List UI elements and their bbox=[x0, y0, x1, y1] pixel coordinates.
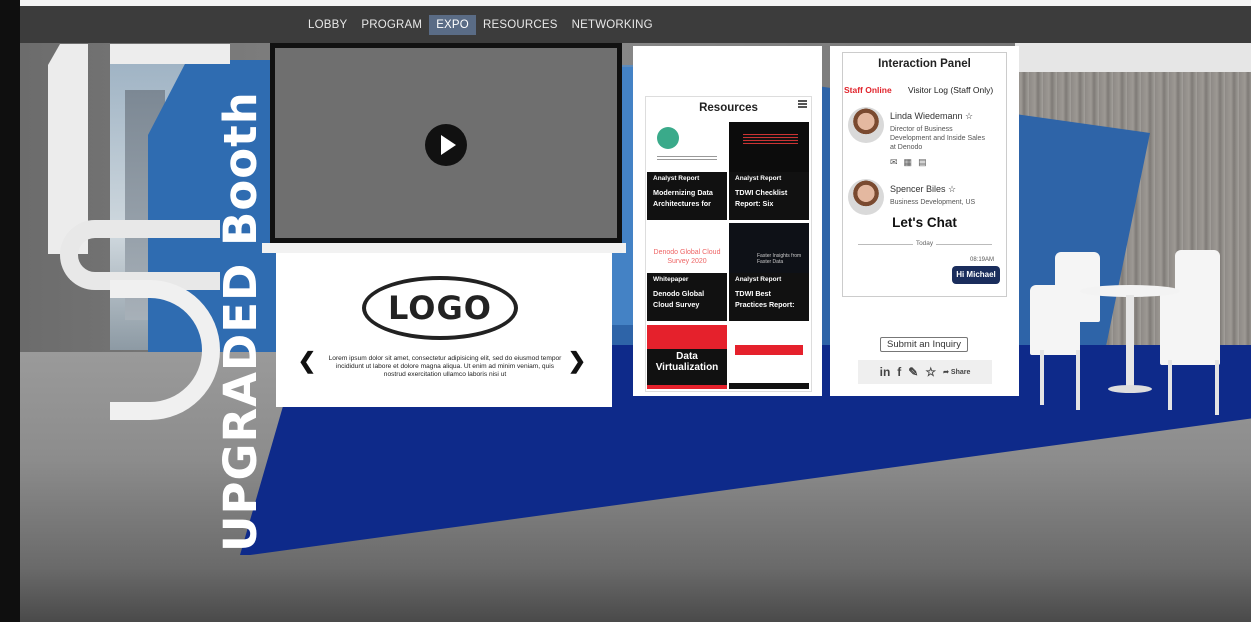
interaction-panel: Interaction Panel Staff Online Visitor L… bbox=[830, 46, 1019, 396]
contact-icons: ✉▦▤ bbox=[890, 157, 933, 168]
resource-thumbnail bbox=[735, 345, 803, 355]
avatar[interactable] bbox=[848, 107, 884, 143]
interaction-title: Interaction Panel bbox=[878, 58, 971, 70]
mail-icon[interactable]: ✉ bbox=[890, 157, 904, 167]
resources-list: Resources Analyst Report Modernizing Dat… bbox=[645, 96, 812, 392]
menu-icon[interactable] bbox=[798, 100, 807, 108]
share-button[interactable]: ➦ Share bbox=[943, 368, 970, 376]
calendar-icon[interactable]: ▦ bbox=[904, 157, 919, 167]
resource-label: Analyst Report Modernizing Data Architec… bbox=[647, 172, 727, 220]
chair-leg bbox=[1040, 350, 1044, 405]
staff-name[interactable]: Linda Wiedemann ☆ bbox=[890, 111, 973, 122]
resources-title: Resources bbox=[699, 102, 758, 114]
resource-name: TDWI Best Practices Report: bbox=[735, 289, 795, 309]
resource-thumbnail: Faster Insights from Faster Data bbox=[729, 223, 809, 273]
chair-leg bbox=[1215, 360, 1219, 415]
resource-card[interactable]: Faster Insights from Faster Data Analyst… bbox=[729, 223, 809, 321]
nav-program[interactable]: PROGRAM bbox=[354, 15, 429, 35]
resource-thumbnail bbox=[729, 122, 809, 172]
chat-message: Hi Michael bbox=[952, 266, 1000, 284]
resource-type: Analyst Report bbox=[735, 175, 782, 182]
chevron-left-icon[interactable]: ❮ bbox=[296, 350, 318, 372]
vcard-icon[interactable]: ▤ bbox=[918, 157, 933, 167]
nav-resources[interactable]: RESOURCES bbox=[476, 15, 565, 35]
logo-panel: LOGO ❮ Lorem ipsum dolor sit amet, conse… bbox=[276, 253, 612, 407]
resource-name: Denodo Global Cloud Survey bbox=[653, 289, 705, 309]
twitter-icon[interactable]: ✎ bbox=[908, 365, 918, 379]
submit-inquiry-button[interactable]: Submit an Inquiry bbox=[880, 337, 968, 352]
table-leg bbox=[1126, 295, 1134, 390]
resources-panel: Resources Analyst Report Modernizing Dat… bbox=[633, 46, 822, 396]
ceiling bbox=[1015, 43, 1251, 73]
linkedin-icon[interactable]: in bbox=[880, 365, 891, 379]
chair-leg bbox=[1168, 360, 1172, 410]
chevron-right-icon[interactable]: ❯ bbox=[566, 350, 588, 372]
play-icon[interactable] bbox=[425, 124, 467, 166]
tab-visitor-log[interactable]: Visitor Log (Staff Only) bbox=[908, 85, 993, 95]
thumbnail-text: Faster Insights from Faster Data bbox=[757, 253, 802, 265]
resource-thumbnail: Denodo Global Cloud Survey 2020 bbox=[647, 223, 727, 273]
video-shelf bbox=[262, 243, 626, 253]
staff-title: Business Development, US bbox=[890, 199, 976, 206]
staff-name[interactable]: Spencer Biles ☆ bbox=[890, 184, 956, 195]
resource-name: TDWI Checklist Report: Six bbox=[735, 188, 788, 208]
resource-label: Analyst Report TDWI Checklist Report: Si… bbox=[729, 172, 809, 220]
table-base bbox=[1108, 385, 1152, 393]
social-bar: in f ✎ ☆ ➦ Share bbox=[858, 360, 992, 384]
chair-leg bbox=[1076, 350, 1080, 410]
resource-label: Analyst Report TDWI Best Practices Repor… bbox=[729, 273, 809, 321]
staff-title: Director of Business Development and Ins… bbox=[890, 126, 985, 151]
chat-day-label: Today bbox=[830, 240, 1019, 247]
resource-type: Analyst Report bbox=[735, 276, 782, 283]
resource-type: Whitepaper bbox=[653, 276, 689, 283]
chair bbox=[1030, 285, 1080, 355]
chat-timestamp: 08:19AM bbox=[970, 257, 995, 263]
video-screen[interactable] bbox=[275, 48, 617, 238]
resource-type: Analyst Report bbox=[653, 175, 700, 182]
resource-name: Data Virtualization bbox=[647, 349, 727, 385]
resource-name: Modernizing Data Architectures for bbox=[653, 188, 713, 208]
top-nav: LOBBY PROGRAM EXPO RESOURCES NETWORKING bbox=[20, 6, 1251, 43]
company-logo: LOGO bbox=[362, 276, 518, 340]
thumbnail-text: Denodo Global Cloud Survey 2020 bbox=[653, 249, 721, 265]
frame-edge bbox=[0, 0, 20, 622]
resource-card[interactable]: Analyst Report TDWI Checklist Report: Si… bbox=[729, 122, 809, 220]
chat-title: Let's Chat bbox=[892, 215, 957, 230]
resource-label: Whitepaper Denodo Global Cloud Survey bbox=[647, 273, 727, 321]
chat-day: Today bbox=[912, 240, 937, 247]
avatar[interactable] bbox=[848, 179, 884, 215]
booth-description: Lorem ipsum dolor sit amet, consectetur … bbox=[328, 355, 562, 378]
chair bbox=[1160, 290, 1220, 365]
resource-card[interactable]: Analyst Report Modernizing Data Architec… bbox=[647, 122, 727, 220]
favorite-icon[interactable]: ☆ bbox=[925, 365, 936, 379]
facebook-icon[interactable]: f bbox=[897, 365, 901, 379]
booth-title: UPGRADED Booth bbox=[214, 91, 267, 552]
nav-expo[interactable]: EXPO bbox=[429, 14, 476, 35]
nav-lobby[interactable]: LOBBY bbox=[301, 15, 354, 35]
virtual-booth-scene: LOBBY PROGRAM EXPO RESOURCES NETWORKING … bbox=[0, 0, 1251, 622]
resource-thumbnail bbox=[647, 122, 727, 172]
nav-networking[interactable]: NETWORKING bbox=[565, 15, 660, 35]
resource-card[interactable]: Whitepaper bbox=[729, 325, 809, 389]
resource-card[interactable]: Data Virtualization Brochure bbox=[647, 325, 727, 389]
resource-card[interactable]: Denodo Global Cloud Survey 2020 Whitepap… bbox=[647, 223, 727, 321]
sculpture-top bbox=[110, 44, 230, 64]
video-player[interactable] bbox=[270, 43, 622, 243]
tab-staff-online[interactable]: Staff Online bbox=[844, 85, 892, 95]
